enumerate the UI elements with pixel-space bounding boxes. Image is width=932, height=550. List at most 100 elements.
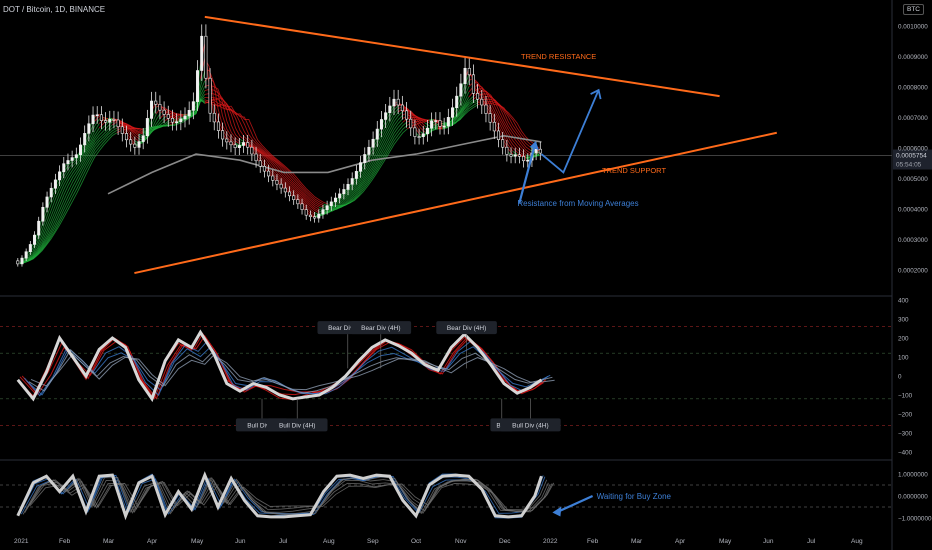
y-tick-label: 200 [898,336,909,343]
candle-body [91,114,95,125]
price-chart[interactable]: TREND RESISTANCE TREND SUPPORT Resistance … [0,0,932,550]
candle-body [329,201,333,207]
candle-body [49,187,53,198]
candle-body [262,166,266,172]
x-tick-label: Nov [455,538,467,545]
candle-body [53,179,57,189]
x-tick-label: Jul [279,538,288,545]
candle-body [438,120,442,127]
candle-body [405,110,409,120]
annotation-label: Resistance from Moving Averages [517,199,638,208]
candle-body [33,234,37,245]
candle-body [384,112,388,120]
candle-body [246,142,250,148]
divergence-label: Bear Div (4H) [447,325,486,332]
candle-body [133,143,137,148]
candle-body [216,121,220,131]
candle-body [346,183,350,190]
candle-body [99,114,103,121]
candle-body [271,175,275,181]
countdown-label: 05:54:05 [896,162,922,169]
candle-body [467,67,471,76]
y-tick-label: 1.0000000 [898,472,928,479]
candle-body [212,112,216,123]
candle-body [417,136,421,138]
y-tick-label: 400 [898,298,909,305]
candle-body [158,104,162,111]
candle-body [200,35,204,71]
candle-body [170,118,174,123]
candle-body [74,154,78,158]
candle-body [233,144,237,148]
candle-body [538,148,542,154]
x-tick-label: Jul [807,538,816,545]
candle-body [484,104,488,114]
candle-body [434,120,438,122]
candle-body [509,154,513,157]
candle-body [496,130,500,140]
y-tick-label: 0.0009000 [898,54,928,61]
candle-body [430,120,434,129]
candle-body [363,154,367,163]
y-tick-label: −200 [898,412,913,419]
candle-body [283,187,287,193]
candle-body [321,209,325,215]
candle-body [480,98,484,106]
candle-body [463,67,467,85]
candle-body [425,127,429,135]
candle-body [116,119,120,128]
x-tick-label: 2022 [543,538,558,545]
candle-body [379,119,383,130]
candle-body [388,105,392,114]
candle-body [505,146,509,155]
candle-body [150,100,154,119]
y-tick-label: 0.0003000 [898,237,928,244]
currency-badge[interactable]: BTC [903,4,924,15]
candle-body [137,141,141,148]
candle-body [501,139,505,148]
y-tick-label: 0.0005000 [898,176,928,183]
candle-body [342,189,346,195]
x-tick-label: Mar [631,538,643,545]
candle-body [354,171,358,179]
candle-body [338,193,342,199]
candle-body [112,119,116,121]
candle-body [187,110,191,117]
y-tick-label: 100 [898,355,909,362]
candle-body [162,109,166,115]
y-tick-label: −100 [898,393,913,400]
candle-body [292,195,296,200]
candle-body [371,138,375,148]
candle-body [275,180,279,185]
x-tick-label: Aug [851,538,863,545]
x-tick-label: Jun [235,538,246,545]
y-tick-label: 0.0007000 [898,115,928,122]
candle-body [208,77,212,114]
candle-body [421,133,425,138]
x-tick-label: 2021 [14,538,29,545]
x-tick-label: May [719,538,732,545]
candle-body [62,163,66,173]
candle-body [392,98,396,107]
x-tick-label: Apr [675,538,686,545]
candle-body [242,142,246,146]
candle-body [254,153,258,162]
candle-body [296,199,300,205]
candle-body [400,104,404,112]
x-tick-label: Aug [323,538,335,545]
candle-body [325,205,329,210]
candle-body [204,35,208,79]
candle-body [37,220,41,236]
symbol-title[interactable]: DOT / Bitcoin, 1D, BINANCE [3,5,105,14]
y-tick-label: 300 [898,317,909,324]
candle-body [196,70,200,102]
y-tick-label: 0 [898,374,902,381]
y-tick-label: 0.0002000 [898,268,928,275]
candle-body [488,113,492,123]
candle-body [367,146,371,155]
candle-body [250,146,254,155]
candle-body [396,98,400,106]
candle-body [16,260,20,265]
y-tick-label: 0.0000000 [898,494,928,501]
x-tick-label: Feb [59,538,71,545]
